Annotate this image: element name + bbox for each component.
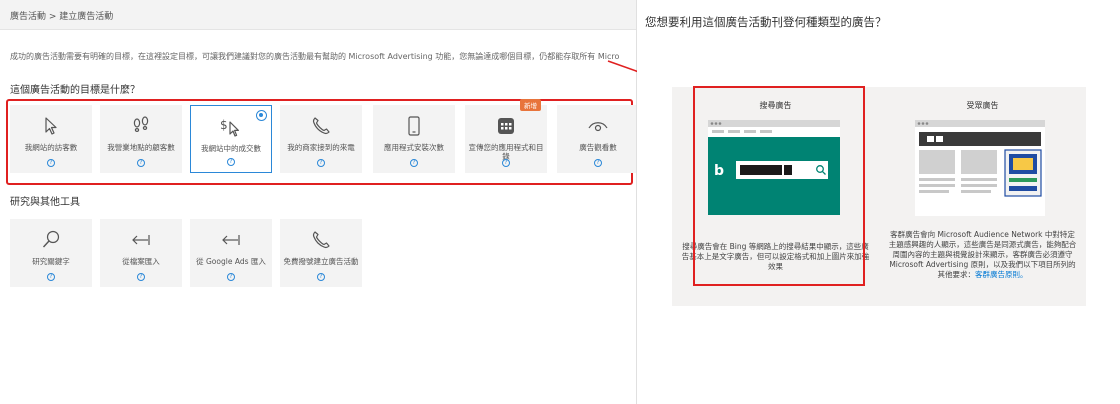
audience-ads-description: 客群廣告會向 Microsoft Audience Network 中對特定主題… — [887, 230, 1078, 280]
tool-label: 從 Google Ads 匯入 — [196, 257, 266, 266]
phone-icon — [312, 117, 330, 135]
help-icon[interactable]: ? — [227, 273, 235, 281]
ad-type-title: 您想要利用這個廣告活動刊登何種類型的廣告？ — [645, 15, 887, 29]
audience-ads-title: 受眾廣告 — [966, 101, 999, 110]
catalog-icon — [498, 118, 514, 134]
tool-label: 免費撥號建立廣告活動 — [283, 257, 359, 266]
search-icon — [42, 230, 60, 248]
tool-label: 從檔案匯入 — [122, 257, 160, 266]
breadcrumb[interactable]: 廣告活動 > 建立廣告活動 — [0, 0, 636, 30]
campaign-goals-pane: 廣告活動 > 建立廣告活動 成功的廣告活動需要有明確的目標，在這裡設定目標，可讓… — [0, 0, 636, 404]
goal-label: 我營業地點的顧客數 — [107, 143, 175, 152]
help-icon[interactable]: ? — [47, 273, 55, 281]
goal-tile-store-visitors[interactable]: 我營業地點的顧客數 ? — [100, 105, 182, 173]
help-icon[interactable]: ? — [47, 159, 55, 167]
goal-label: 我的商家接到的來電 — [287, 143, 355, 152]
goal-tile-promote-app-catalog[interactable]: 新增 宣傳您的應用程式和目錄 ? — [465, 99, 547, 173]
goals-title: 這個廣告活動的目標是什麼？ — [10, 85, 140, 96]
goal-tile-app-installs[interactable]: 應用程式安裝次數 ? — [373, 105, 455, 173]
intro-text: 成功的廣告活動需要有明確的目標，在這裡設定目標，可讓我們建議對您的廣告活動最有幫… — [10, 52, 620, 61]
help-icon[interactable]: ? — [594, 159, 602, 167]
eye-icon — [588, 122, 608, 132]
phone-icon — [312, 231, 330, 249]
help-icon[interactable]: ? — [317, 159, 325, 167]
goal-tile-video-views[interactable]: 廣告觀看數 ? — [557, 105, 636, 173]
goal-label: 我網站的訪客數 — [24, 143, 78, 152]
svg-text:$: $ — [220, 118, 228, 132]
goal-tile-website-conversions[interactable]: $ 我網站中的成交數 ? — [190, 105, 272, 173]
audience-ads-policy-link[interactable]: 客群廣告原則。 — [975, 270, 1028, 279]
goal-label: 應用程式安裝次數 — [384, 143, 444, 152]
tool-tile-free-call-setup[interactable]: 免費撥號建立廣告活動 ? — [280, 219, 362, 287]
import-arrow-icon — [132, 235, 150, 245]
tool-tile-import-from-file[interactable]: 從檔案匯入 ? — [100, 219, 182, 287]
footprints-icon — [133, 116, 149, 133]
tool-label: 研究關鍵字 — [32, 257, 70, 266]
smartphone-icon — [408, 116, 420, 136]
help-icon[interactable]: ? — [502, 159, 510, 167]
search-ads-highlight-frame — [693, 86, 865, 286]
tool-tile-import-google-ads[interactable]: 從 Google Ads 匯入 ? — [190, 219, 272, 287]
cursor-icon — [45, 117, 57, 135]
new-badge: 新增 — [520, 99, 541, 111]
goal-label: 廣告觀看數 — [579, 143, 617, 152]
goal-tile-phone-calls[interactable]: 我的商家接到的來電 ? — [280, 105, 362, 173]
goal-tile-website-visitors[interactable]: 我網站的訪客數 ? — [10, 105, 92, 173]
tools-title: 研究與其他工具 — [10, 197, 80, 208]
tool-tile-keyword-research[interactable]: 研究關鍵字 ? — [10, 219, 92, 287]
help-icon[interactable]: ? — [317, 273, 325, 281]
help-icon[interactable]: ? — [227, 158, 235, 166]
goal-label: 我網站中的成交數 — [201, 144, 261, 153]
dollar-cursor-icon: $ — [220, 118, 239, 137]
audience-ads-illustration-icon — [915, 120, 1045, 216]
help-icon[interactable]: ? — [137, 159, 145, 167]
import-arrow-icon — [222, 235, 240, 245]
audience-ads-card[interactable]: 受眾廣告 客群廣告會向 Microsoft Audience Network 中… — [879, 87, 1086, 306]
help-icon[interactable]: ? — [410, 159, 418, 167]
help-icon[interactable]: ? — [137, 273, 145, 281]
